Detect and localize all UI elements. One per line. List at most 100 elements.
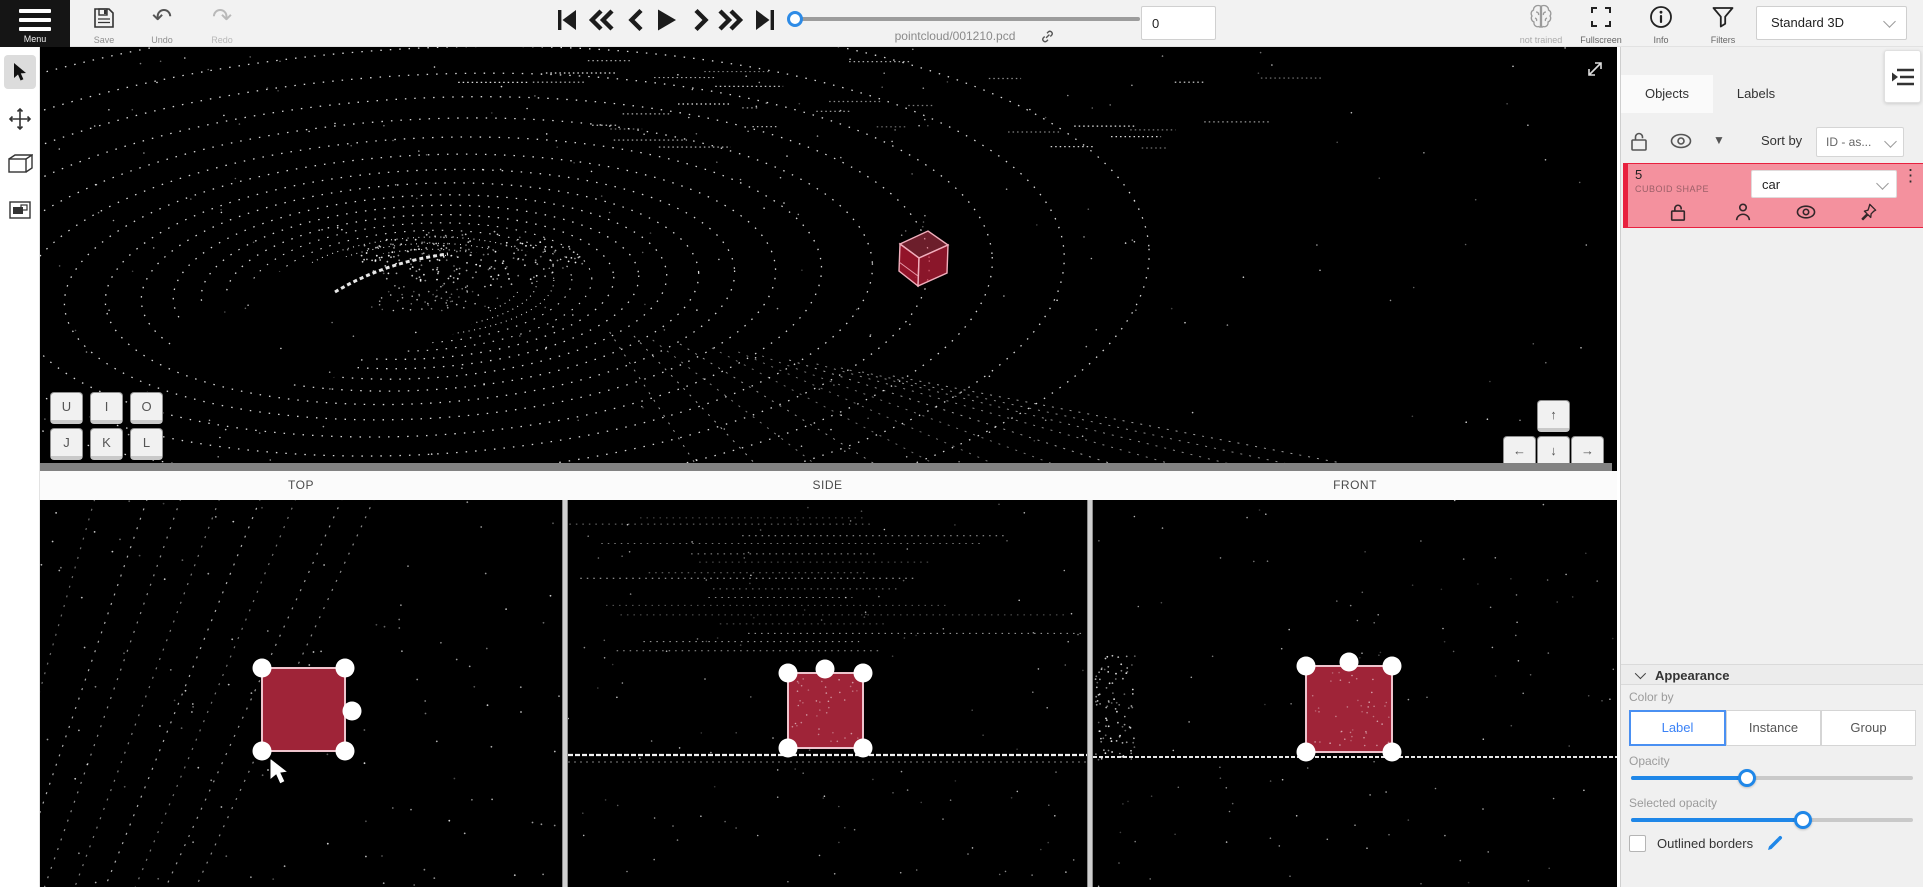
- next-frame-button[interactable]: [686, 6, 714, 34]
- main-3d-viewport[interactable]: U I O J K L ↑ ← ↓ →: [40, 47, 1617, 471]
- rewind-button[interactable]: [588, 6, 616, 34]
- undo-icon: ↶: [143, 5, 181, 31]
- info-icon: [1649, 5, 1673, 29]
- sort-by-label: Sort by: [1761, 133, 1802, 148]
- color-by-instance-button[interactable]: Instance: [1726, 710, 1821, 746]
- selected-opacity-slider[interactable]: [1631, 811, 1913, 829]
- object-track-person-icon[interactable]: [1731, 200, 1755, 224]
- tool-sidebar: [0, 47, 40, 887]
- visibility-all-icon[interactable]: [1669, 131, 1693, 151]
- top-toolbar: Menu Save ↶ Undo ↷ Redo: [0, 0, 1923, 47]
- appearance-section-header[interactable]: Appearance: [1621, 664, 1923, 685]
- filters-button[interactable]: Filters: [1698, 0, 1748, 47]
- right-panel: Objects Labels ▼ Sort by ID - as... 5 CU…: [1620, 47, 1923, 887]
- color-by-group-button[interactable]: Group: [1821, 710, 1916, 746]
- panel-tabs: Objects Labels: [1621, 75, 1861, 113]
- key-o[interactable]: O: [130, 392, 163, 424]
- opacity-slider-thumb[interactable]: [1738, 769, 1756, 787]
- frame-number-input[interactable]: [1141, 6, 1216, 40]
- skip-to-end-button[interactable]: [751, 6, 779, 34]
- filters-funnel-icon: [1711, 5, 1735, 29]
- ortho-label-strip: TOP SIDE FRONT: [40, 471, 1617, 500]
- info-button[interactable]: Info: [1638, 0, 1684, 47]
- key-j[interactable]: J: [50, 428, 83, 460]
- frame-slider-thumb[interactable]: [787, 11, 803, 27]
- cuboid-icon: [7, 153, 33, 175]
- appearance-title: Appearance: [1655, 668, 1729, 683]
- expand-view-icon[interactable]: [1585, 59, 1605, 79]
- link-icon[interactable]: [1040, 29, 1055, 44]
- object-lock-icon[interactable]: [1666, 200, 1690, 224]
- view-mode-dropdown[interactable]: Standard 3D: [1756, 6, 1907, 40]
- pointer-cursor-icon: [12, 62, 29, 82]
- top-view-label: TOP: [40, 478, 562, 492]
- move-tool[interactable]: [4, 102, 36, 136]
- play-button[interactable]: [652, 6, 680, 34]
- select-tool[interactable]: [4, 55, 36, 89]
- color-by-segmented-control: Label Instance Group: [1629, 710, 1916, 746]
- undo-button[interactable]: ↶ Undo: [143, 0, 181, 47]
- brain-icon: [1528, 3, 1554, 31]
- collapse-panel-button[interactable]: [1884, 50, 1921, 103]
- frame-slider[interactable]: [790, 17, 1140, 21]
- front-view-canvas[interactable]: [1093, 500, 1617, 887]
- opacity-slider[interactable]: [1631, 769, 1913, 787]
- selected-opacity-label: Selected opacity: [1629, 796, 1717, 810]
- object-menu-kebab-icon[interactable]: ⋮: [1902, 168, 1919, 183]
- fullscreen-button[interactable]: Fullscreen: [1576, 0, 1626, 47]
- arrow-up-key[interactable]: ↑: [1537, 400, 1570, 432]
- outlined-borders-checkbox[interactable]: [1629, 835, 1646, 852]
- expand-list-dropdown[interactable]: ▼: [1713, 133, 1725, 147]
- view-mode-value: Standard 3D: [1771, 15, 1844, 30]
- sort-dropdown[interactable]: ID - as...: [1816, 127, 1904, 157]
- key-l[interactable]: L: [130, 428, 163, 460]
- object-shape: CUBOID SHAPE: [1635, 184, 1709, 194]
- fullscreen-icon: [1590, 6, 1612, 28]
- not-trained-label: not trained: [1516, 35, 1566, 45]
- menu-button[interactable]: Menu: [0, 0, 70, 47]
- object-list-controls: ▼ Sort by ID - as...: [1621, 125, 1923, 161]
- chevron-down-icon: [1635, 668, 1646, 679]
- horizontal-scrollbar[interactable]: [40, 463, 1612, 471]
- sort-value: ID - as...: [1826, 135, 1871, 149]
- cuboid-tool[interactable]: [4, 147, 36, 181]
- opacity-label: Opacity: [1629, 754, 1670, 768]
- top-view-canvas[interactable]: [40, 500, 562, 887]
- color-by-label-button[interactable]: Label: [1629, 710, 1726, 746]
- file-name-label: pointcloud/001210.pcd: [855, 29, 1055, 43]
- image-select-icon: [8, 200, 32, 220]
- tab-labels[interactable]: Labels: [1713, 75, 1799, 113]
- ortho-views: [40, 500, 1617, 887]
- selected-opacity-slider-thumb[interactable]: [1794, 811, 1812, 829]
- key-u[interactable]: U: [50, 392, 83, 424]
- object-visibility-icon[interactable]: [1794, 200, 1818, 224]
- object-category-dropdown[interactable]: car: [1751, 170, 1897, 198]
- object-pin-icon[interactable]: [1856, 200, 1880, 224]
- previous-frame-button[interactable]: [623, 6, 651, 34]
- skip-to-start-button[interactable]: [553, 6, 581, 34]
- cuboid-annotation-3d[interactable]: [885, 217, 965, 297]
- redo-button[interactable]: ↷ Redo: [203, 0, 241, 47]
- lock-all-icon[interactable]: [1629, 130, 1649, 152]
- save-button[interactable]: Save: [85, 0, 123, 47]
- menu-label: Menu: [0, 34, 70, 44]
- pointcloud-3d: [40, 47, 1617, 471]
- move-arrows-icon: [8, 107, 32, 131]
- outlined-borders-label: Outlined borders: [1657, 836, 1753, 851]
- color-by-label: Color by: [1629, 690, 1674, 704]
- model-status[interactable]: not trained: [1516, 0, 1566, 47]
- side-view-label: SIDE: [568, 478, 1087, 492]
- edit-pencil-icon[interactable]: [1765, 835, 1783, 853]
- chevron-down-icon: [1883, 15, 1896, 28]
- object-row-selected[interactable]: 5 CUBOID SHAPE car ⋮: [1623, 163, 1923, 228]
- hamburger-icon: [19, 9, 51, 36]
- tab-objects[interactable]: Objects: [1621, 75, 1713, 113]
- image-region-tool[interactable]: [4, 193, 36, 227]
- key-k[interactable]: K: [90, 428, 123, 460]
- fast-forward-button[interactable]: [716, 6, 744, 34]
- side-view-canvas[interactable]: [568, 500, 1087, 887]
- redo-icon: ↷: [203, 5, 241, 31]
- save-floppy-icon: [92, 6, 116, 30]
- key-i[interactable]: I: [90, 392, 123, 424]
- chevron-down-icon: [1876, 177, 1889, 190]
